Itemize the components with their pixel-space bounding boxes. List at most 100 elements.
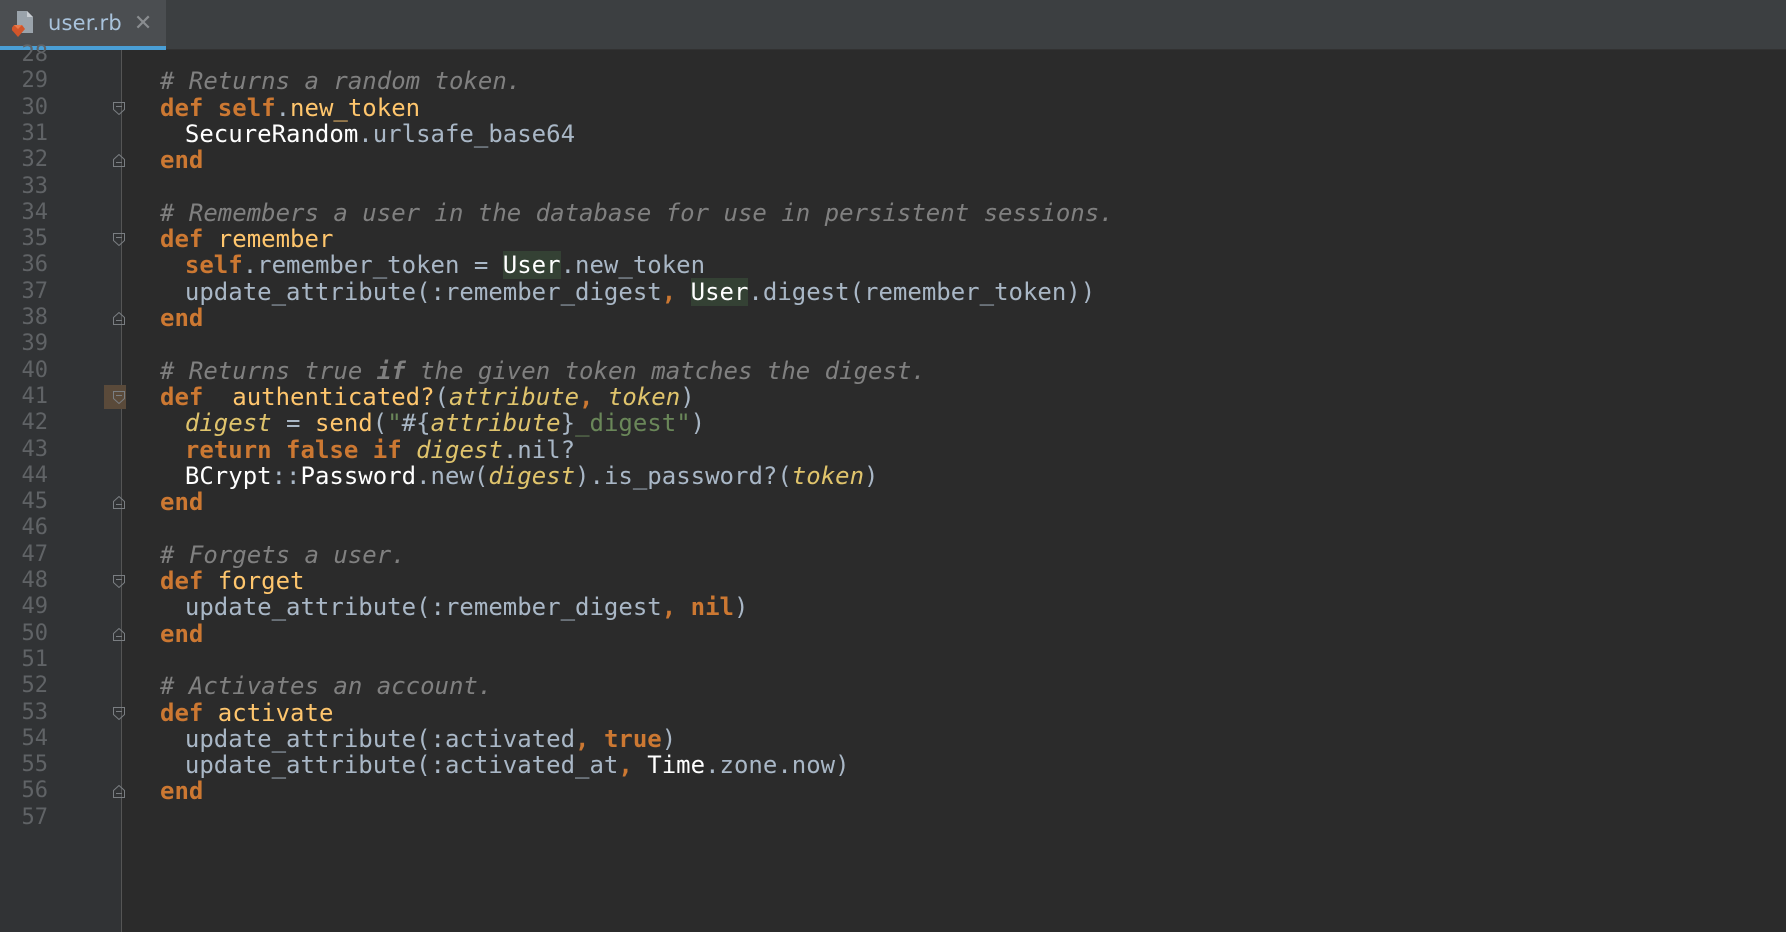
code-token: User xyxy=(690,277,749,306)
code-token: def xyxy=(160,698,218,727)
code-token: update_attribute( xyxy=(184,751,431,780)
code-token: update_attribute( xyxy=(184,277,431,306)
code-token: . xyxy=(748,277,763,306)
code-token: , xyxy=(579,382,608,411)
code-token: } xyxy=(560,409,576,438)
code-token: . xyxy=(416,461,431,490)
code-token: new_token xyxy=(290,93,421,122)
code-token: " xyxy=(387,409,402,438)
fold-end-icon[interactable] xyxy=(113,785,125,799)
code-token: nil? xyxy=(517,435,576,464)
code-token: zone xyxy=(719,751,778,780)
close-icon[interactable]: ✕ xyxy=(134,11,152,36)
fold-start-icon[interactable] xyxy=(113,233,125,247)
code-token: update_attribute( xyxy=(184,724,431,753)
code-token: . xyxy=(777,751,792,780)
code-token: User xyxy=(502,251,561,280)
code-token: . xyxy=(242,251,258,280)
code-token: true xyxy=(603,724,662,753)
code-token: ). xyxy=(575,461,604,490)
code-token: update_attribute( xyxy=(184,593,431,622)
fold-end-icon[interactable] xyxy=(113,627,125,641)
code-token: digest xyxy=(184,409,272,438)
code-token: :activated xyxy=(430,724,576,753)
code-token: :remember_digest xyxy=(430,593,662,622)
code-token: , xyxy=(661,593,691,622)
fold-start-icon[interactable] xyxy=(113,101,125,115)
code-token: BCrypt xyxy=(184,461,272,490)
ruby-file-icon xyxy=(11,8,38,38)
code-token: Password xyxy=(300,461,417,490)
code-token: # Returns a random token. xyxy=(160,67,522,96)
code-token: # Returns true xyxy=(160,356,377,385)
fold-end-icon[interactable] xyxy=(113,154,125,168)
code-token: end xyxy=(160,777,204,806)
code-token: . xyxy=(705,751,720,780)
code-token: new_token xyxy=(575,251,706,280)
code-token: remember xyxy=(217,225,334,254)
code-token: the given token matches the digest. xyxy=(405,356,926,385)
code-token: . xyxy=(275,93,291,122)
code-token: activate xyxy=(217,698,334,727)
code-editor[interactable]: 28 29 # Returns a random token. 30 def self.… xyxy=(0,42,1786,932)
code-token: self xyxy=(184,251,243,280)
code-token: token xyxy=(607,382,681,411)
code-token: is_password?( xyxy=(603,461,792,490)
code-token: nil xyxy=(690,593,734,622)
code-token: ( xyxy=(434,382,449,411)
code-token: Time xyxy=(647,751,706,780)
code-token: remember_token = xyxy=(257,251,503,280)
code-token: attribute xyxy=(430,409,561,438)
code-token: ) xyxy=(864,461,879,490)
code-token: _digest" xyxy=(575,409,691,438)
code-token: . xyxy=(358,119,373,148)
code-line[interactable]: 57 xyxy=(0,803,1786,833)
code-token: forget xyxy=(217,567,305,595)
line-number: 57 xyxy=(21,804,49,830)
code-token: now) xyxy=(791,751,850,780)
code-token: digest(remember_token)) xyxy=(762,277,1096,306)
code-token: , xyxy=(575,724,604,753)
fold-start-icon[interactable] xyxy=(113,390,125,404)
code-token: :remember_digest xyxy=(430,277,662,306)
code-token: new( xyxy=(430,461,489,490)
code-token: ) xyxy=(733,593,749,622)
tab-label: user.rb xyxy=(48,11,122,35)
code-token: def xyxy=(160,382,233,411)
code-token: :: xyxy=(271,461,301,490)
code-token: ( xyxy=(372,409,388,438)
fold-start-icon[interactable] xyxy=(113,706,125,720)
code-token: # Forgets a user. xyxy=(160,540,406,569)
code-token: . xyxy=(560,251,576,280)
code-token: . xyxy=(502,435,518,464)
code-token: #{ xyxy=(401,409,431,438)
code-token: return xyxy=(184,435,287,464)
code-token: def xyxy=(160,225,218,254)
code-token: digest xyxy=(488,461,576,490)
fold-end-icon[interactable] xyxy=(113,312,125,325)
code-token: ) xyxy=(690,409,706,438)
code-token: def xyxy=(160,93,218,122)
code-token: send xyxy=(314,409,373,438)
code-token: = xyxy=(271,409,315,438)
code-token: authenticated? xyxy=(232,382,435,411)
code-token: false xyxy=(286,435,373,464)
code-token: ) xyxy=(680,382,695,411)
code-token: end xyxy=(160,619,204,648)
code-token: :activated_at xyxy=(430,751,619,780)
code-token: token xyxy=(791,461,865,490)
code-token: # Activates an account. xyxy=(160,672,493,701)
code-token: end xyxy=(160,146,204,175)
code-token: end xyxy=(160,304,204,332)
code-token: , xyxy=(618,751,648,780)
code-token: if xyxy=(376,356,406,385)
fold-end-icon[interactable] xyxy=(113,496,125,510)
code-token: def xyxy=(160,567,218,595)
fold-start-icon[interactable] xyxy=(113,575,125,588)
code-token: attribute xyxy=(449,382,580,411)
code-token: SecureRandom xyxy=(184,119,359,148)
code-token: digest xyxy=(416,435,503,464)
code-token: self xyxy=(217,93,276,122)
code-token: , xyxy=(661,277,691,306)
code-token: # Remembers a user in the database for u… xyxy=(160,198,1114,227)
